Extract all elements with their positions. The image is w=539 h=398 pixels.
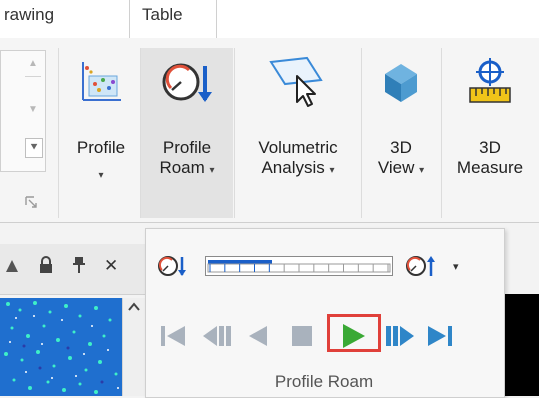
chevron-down-icon: ▾ [329,165,335,176]
chevron-down-icon: ▾ [419,165,425,176]
reverse-button[interactable] [239,318,279,354]
gallery-scroll-down-button[interactable]: ▼ [25,104,41,122]
3d-view-label-line1: 3D [390,138,412,157]
profile-position-slider[interactable] [205,256,393,276]
slider-fill [208,260,272,264]
ribbon-separator [58,48,59,218]
profile-roam-button[interactable]: Profile Roam ▾ [141,48,233,218]
chevron-down-icon: ▾ [209,165,215,176]
3d-measure-button[interactable]: 3D Measure [442,48,538,218]
volumetric-analysis-button[interactable]: Volumetric Analysis ▾ [236,48,360,218]
last-icon [428,326,452,346]
profile-roam-group-label: Profile Roam [274,372,374,391]
profile-button-label: Profile [76,138,126,157]
step-forward-button[interactable] [380,318,420,354]
3d-view-label-line2: View ▾ [377,158,425,177]
stop-icon [292,326,312,346]
step-back-button[interactable] [197,318,237,354]
chevron-down-icon: ▾ [98,170,104,181]
volumetric-analysis-label-line1: Volumetric [258,138,338,157]
profile-end-icon[interactable] [405,254,439,283]
first-button[interactable] [155,318,195,354]
profile-roam-label-line2: Roam ▾ [159,158,215,177]
gallery-scroll-up-button[interactable]: ▲ [25,58,41,77]
profile-start-icon[interactable] [157,254,187,283]
3d-view-button[interactable]: 3D View ▾ [362,48,440,218]
profile-roam-label-line1: Profile [162,138,212,157]
profile-button[interactable]: Profile ▾ [62,48,140,218]
last-button[interactable] [420,318,460,354]
pin-icon[interactable] [72,256,86,279]
ribbon-tab-strip: rawing Table [0,0,539,39]
gallery-more-button[interactable]: ⯆ [25,138,43,158]
play-button-highlight [327,314,381,352]
stop-button[interactable] [281,318,321,354]
3d-measure-label-line1: 3D [479,138,501,157]
point-cloud-view [0,298,122,396]
close-icon[interactable]: ✕ [104,256,118,276]
ribbon-separator [234,48,235,218]
triangle-icon[interactable] [6,256,18,277]
step-forward-icon [386,326,414,346]
3d-measure-icon [462,54,518,110]
reverse-icon [249,326,267,346]
scroll-up-arrow-icon[interactable] [127,300,141,315]
chevron-down-icon[interactable]: ▾ [453,260,459,273]
3d-view-cube-icon [373,54,429,110]
first-icon [161,326,185,346]
profile-roam-icon [159,54,215,110]
volumetric-analysis-label-line2: Analysis ▾ [261,158,335,177]
lock-icon[interactable] [38,256,54,279]
tab-drawing[interactable]: rawing [0,0,66,38]
tab-table[interactable]: Table [129,0,217,38]
3d-measure-label-line2: Measure [456,158,524,177]
step-back-icon [203,326,231,346]
volumetric-analysis-icon [263,54,333,110]
dark-viewport [503,294,539,396]
dialog-launcher-icon[interactable] [24,195,38,209]
profile-chart-icon [73,54,129,110]
